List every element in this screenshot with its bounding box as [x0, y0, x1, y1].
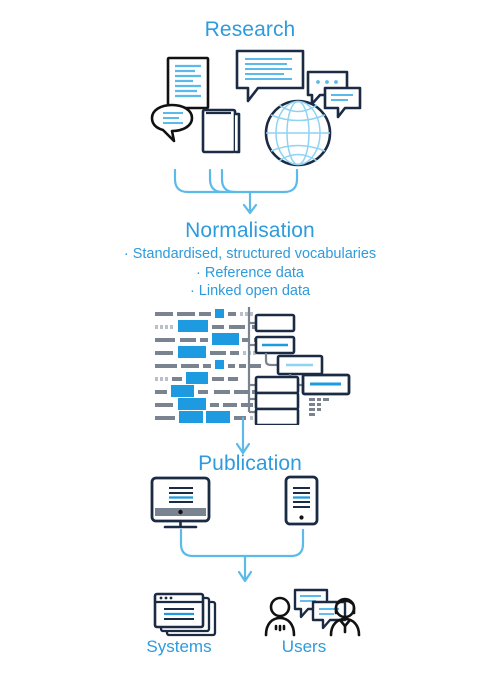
- speech-bubble-text-icon: [235, 49, 305, 103]
- hierarchy-tree-icon: [247, 307, 351, 427]
- research-to-normalisation-bracket-arrow: [0, 165, 500, 225]
- normalisation-bullet-2: · Linked open data: [189, 283, 311, 299]
- normalisation-bullet-1: · Reference data: [195, 264, 304, 281]
- normalisation-bullet-list: · Standardised, structured vocabularies …: [0, 245, 500, 301]
- desktop-monitor-icon: [150, 476, 211, 529]
- normalisation-graphics: [0, 305, 500, 430]
- data-rows-icon: [155, 309, 261, 423]
- publication-to-outputs-bracket-arrow: [0, 528, 500, 593]
- speech-bubble-quote-icon: [323, 86, 362, 119]
- user-person-icon: [264, 596, 296, 637]
- publication-device-icons: [0, 470, 500, 535]
- tablet-device-icon: [284, 475, 319, 526]
- output-label-systems: Systems: [146, 637, 212, 656]
- diagram-canvas: Research Normalisation · Standardised, s…: [0, 0, 500, 676]
- section-title-normalisation: Normalisation: [185, 219, 315, 242]
- globe-icon: [264, 99, 332, 167]
- document-icon: [166, 56, 210, 110]
- output-label-users: Users: [281, 637, 327, 656]
- research-icon-cluster: [0, 0, 500, 185]
- normalisation-bullet-0: · Standardised, structured vocabularies: [123, 246, 377, 262]
- speech-bubble-small-icon: [150, 103, 194, 143]
- book-icon: [201, 108, 241, 154]
- stacked-windows-icon: [153, 592, 217, 637]
- output-icons: [0, 588, 500, 643]
